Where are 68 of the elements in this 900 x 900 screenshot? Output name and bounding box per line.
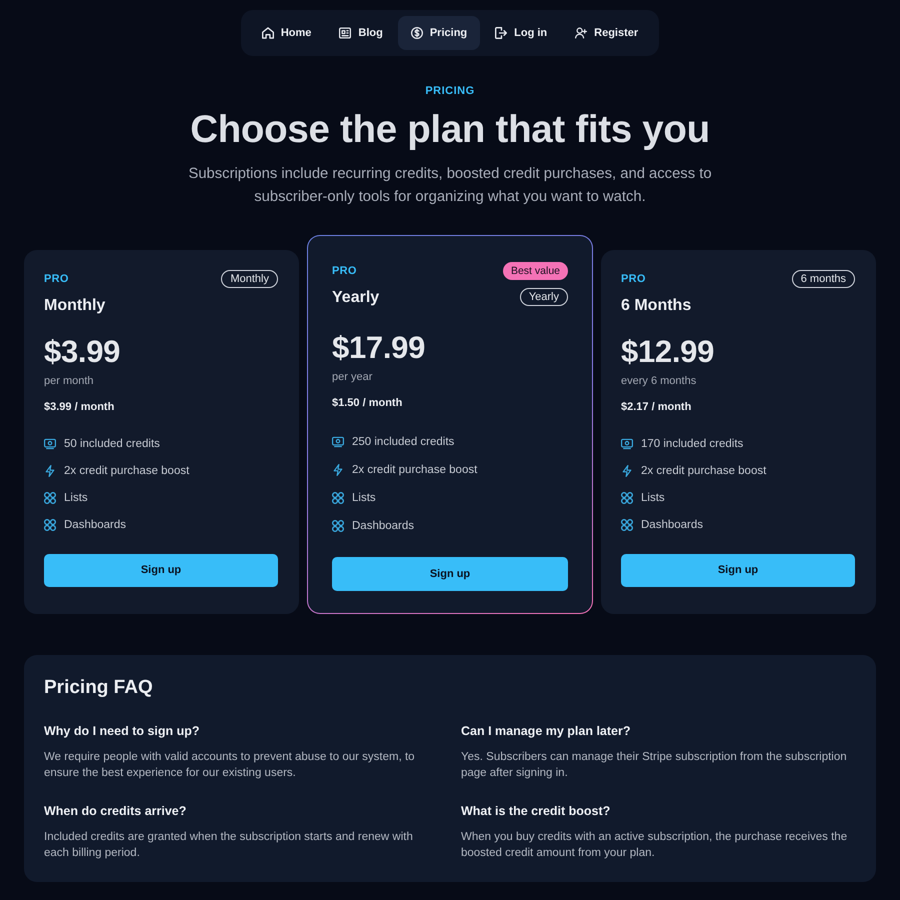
best-value-badge: Best value bbox=[502, 262, 568, 280]
billing-badge: Monthly bbox=[221, 270, 278, 288]
monitor-icon bbox=[332, 436, 344, 448]
faq-answer: We require people with valid accounts to prevent abuse to our system, to ensure the best experience for our existing users. bbox=[44, 750, 416, 781]
newspaper-icon bbox=[339, 27, 352, 39]
faq-question: When do credits arrive? bbox=[44, 803, 188, 819]
faq-answer: Yes. Subscribers can manage their Stripe subscription from the subscription page after signing in. bbox=[461, 750, 848, 781]
plan-level-label: PRO bbox=[332, 264, 357, 279]
feature-label: Lists bbox=[641, 491, 665, 506]
nav-link[interactable]: Register bbox=[562, 16, 652, 50]
feature-label: Dashboards bbox=[64, 518, 126, 533]
billing-period: per year bbox=[332, 370, 374, 384]
nav-link[interactable]: Pricing bbox=[398, 16, 480, 50]
faq-answer: When you buy credits with an active subscription, the purchase receives the boosted credit amount from your plan. bbox=[461, 830, 848, 861]
faq-question: Why do I need to sign up? bbox=[44, 723, 201, 739]
faq-answer: Included credits are granted when the subscription starts and renew with each billing period. bbox=[44, 830, 414, 861]
sign-up-button[interactable]: Sign up bbox=[44, 554, 278, 587]
sign-up-button[interactable]: Sign up bbox=[332, 557, 568, 591]
home-icon bbox=[262, 27, 274, 39]
sign-up-button[interactable]: Sign up bbox=[621, 554, 855, 587]
user-plus-icon bbox=[575, 27, 588, 39]
four-circles-icon bbox=[332, 520, 344, 532]
nav-link[interactable]: Blog bbox=[326, 16, 396, 50]
four-circles-icon bbox=[44, 492, 56, 504]
nav-link[interactable]: Log in bbox=[482, 16, 560, 50]
billing-period: per month bbox=[44, 374, 95, 388]
faq-question: Can I manage my plan later? bbox=[461, 723, 632, 739]
feature-label: Dashboards bbox=[641, 518, 704, 533]
page-heading: Choose the plan that fits you bbox=[190, 108, 710, 152]
lightning-icon bbox=[621, 465, 633, 477]
plan-level-label: PRO bbox=[621, 272, 646, 287]
nav-link[interactable]: Home bbox=[248, 16, 324, 50]
plan-name: Yearly bbox=[332, 288, 380, 308]
section-eyebrow: PRICING bbox=[425, 84, 475, 98]
plan-price: $3.99 bbox=[44, 335, 122, 369]
feature-label: 250 included credits bbox=[352, 435, 454, 450]
feature-label: Lists bbox=[64, 491, 88, 506]
faq-title: Pricing FAQ bbox=[44, 676, 154, 700]
plan-name: 6 Months bbox=[621, 296, 692, 316]
four-circles-icon bbox=[621, 519, 633, 531]
feature-label: 2x credit purchase boost bbox=[641, 464, 766, 479]
feature-label: 170 included credits bbox=[641, 437, 744, 452]
lightning-icon bbox=[44, 465, 56, 477]
monthly-rate: $1.50 / month bbox=[332, 396, 404, 410]
billing-badge: Yearly bbox=[520, 288, 568, 306]
feature-label: 2x credit purchase boost bbox=[352, 463, 478, 478]
monitor-icon bbox=[44, 438, 56, 450]
lightning-icon bbox=[332, 464, 344, 476]
feature-label: Dashboards bbox=[352, 519, 414, 534]
feature-label: 2x credit purchase boost bbox=[64, 464, 190, 479]
four-circles-icon bbox=[332, 492, 344, 504]
monthly-rate: $3.99 / month bbox=[44, 400, 116, 414]
four-circles-icon bbox=[621, 492, 633, 504]
monitor-icon bbox=[621, 438, 633, 450]
plan-price: $12.99 bbox=[621, 335, 716, 369]
plan-price: $17.99 bbox=[332, 331, 426, 365]
four-circles-icon bbox=[44, 519, 56, 531]
faq-question: What is the credit boost? bbox=[461, 803, 612, 819]
billing-period: every 6 months bbox=[621, 374, 698, 388]
monthly-rate: $2.17 / month bbox=[621, 400, 692, 414]
feature-label: 50 included credits bbox=[64, 437, 160, 452]
plan-level-label: PRO bbox=[44, 272, 69, 287]
plan-name: Monthly bbox=[44, 296, 106, 316]
billing-badge: 6 months bbox=[792, 270, 855, 288]
door-arrow-icon bbox=[495, 27, 508, 39]
dollar-circle-icon bbox=[410, 27, 423, 39]
feature-label: Lists bbox=[352, 491, 376, 506]
page-subtitle: Subscriptions include recurring credits, boosted credit purchases, and access to subscriber-only tools for organizing what you want to watch. bbox=[187, 165, 713, 207]
